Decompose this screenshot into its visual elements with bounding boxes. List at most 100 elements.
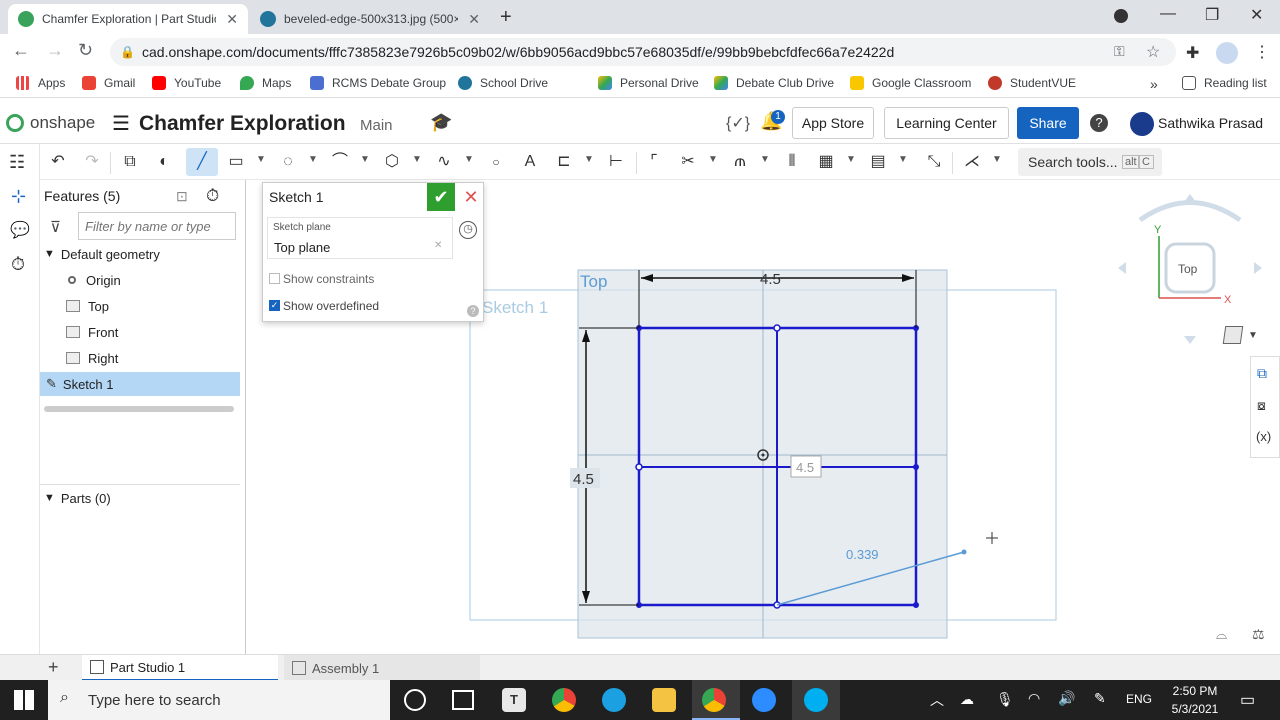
paste-icon[interactable]: ◐ [154, 152, 174, 172]
back-icon[interactable]: ← [12, 40, 30, 61]
history-stopwatch-icon[interactable]: ⏱ [11, 254, 25, 275]
feature-item-origin[interactable]: Origin [68, 268, 268, 292]
bookmark-maps[interactable]: Maps [240, 76, 291, 90]
view-cube-arrow-left[interactable] [1118, 262, 1126, 274]
dim-top-value[interactable]: 4.5 [760, 271, 781, 288]
transform-tool-icon[interactable]: ⤡ [924, 152, 944, 172]
copy-icon[interactable]: ⧉ [120, 152, 140, 172]
chevron-down-icon[interactable]: ▼ [846, 154, 856, 165]
chevron-down-icon[interactable]: ▼ [584, 154, 594, 165]
learning-center-button[interactable]: Learning Center [884, 107, 1009, 139]
chevron-down-icon[interactable]: ▼ [898, 154, 908, 165]
address-bar[interactable]: 🔒 cad.onshape.com/documents/fffc7385823e… [110, 38, 1176, 66]
minimize-icon[interactable]: — [1160, 5, 1176, 23]
windows-start-icon[interactable] [14, 690, 34, 710]
sketch-midpoint[interactable] [635, 463, 643, 471]
wifi-icon[interactable]: ◠ [1028, 690, 1040, 707]
bookmarks-overflow[interactable]: » [1150, 76, 1158, 92]
view-options-cube-icon[interactable] [1222, 326, 1244, 344]
constraint-tool-icon[interactable]: ⋌ [962, 152, 982, 172]
default-geometry-folder[interactable]: ▼ Default geometry [44, 242, 244, 266]
parts-folder[interactable]: ▼ Parts (0) [44, 486, 244, 510]
browser-tab[interactable]: beveled-edge-500x313.jpg (500×313) ✕ [250, 4, 490, 34]
filter-funnel-icon[interactable]: ⊽ [50, 218, 61, 236]
chevron-down-icon[interactable]: ▼ [44, 492, 55, 504]
volume-icon[interactable]: 🔊 [1058, 690, 1075, 707]
chevron-down-icon[interactable]: ▼ [256, 154, 266, 165]
configurations-icon[interactable]: ⧇ [1257, 397, 1266, 414]
comments-icon[interactable]: 💬 [10, 220, 30, 240]
measure-icon[interactable]: ⌓ [1216, 626, 1227, 643]
graduation-cap-icon[interactable]: 🎓 [430, 112, 452, 133]
feature-item-top[interactable]: Top [66, 294, 266, 318]
line-tool-icon[interactable]: ╱ [192, 152, 212, 172]
chevron-down-icon[interactable]: ▼ [464, 154, 474, 165]
sketch-vertex[interactable] [913, 602, 919, 608]
view-cube-arrow-down[interactable] [1184, 336, 1196, 344]
undo-icon[interactable]: ↶ [48, 152, 68, 172]
feature-list-icon[interactable]: ☷ [9, 152, 25, 173]
arc-tool-icon[interactable]: ⌒ [330, 152, 350, 172]
cortana-icon[interactable] [404, 689, 426, 711]
polygon-tool-icon[interactable]: ⬡ [382, 152, 402, 172]
chevron-down-icon[interactable]: ▼ [44, 248, 55, 260]
text-tool-icon[interactable]: A [520, 152, 540, 172]
bookmark-star-icon[interactable]: ☆ [1146, 42, 1160, 62]
rollback-bar[interactable] [44, 406, 234, 412]
bookmark-youtube[interactable]: YouTube [152, 76, 221, 90]
microphone-icon[interactable]: 🎙 [996, 691, 1014, 708]
mass-properties-icon[interactable]: ⚖ [1252, 626, 1265, 643]
circle-tool-icon[interactable]: ◌ [278, 152, 298, 172]
view-cube-arrow-right[interactable] [1254, 262, 1262, 274]
clock-date[interactable]: 5/3/2021 [1166, 702, 1224, 716]
bookmark-debate-drive[interactable]: Debate Club Drive [714, 76, 834, 90]
user-name[interactable]: Sathwika Prasad [1158, 115, 1263, 131]
help-icon[interactable]: ? [467, 305, 479, 317]
help-icon[interactable]: ? [1090, 114, 1108, 132]
dimension-tool-icon[interactable]: ⊢ [606, 152, 626, 172]
bookmark-classroom[interactable]: Google Classroom [850, 76, 971, 90]
bookmark-personal-drive[interactable]: Personal Drive [598, 76, 699, 90]
chevron-down-icon[interactable]: ▼ [992, 154, 1002, 165]
sketch-vertex[interactable] [913, 464, 919, 470]
tab-part-studio[interactable]: Part Studio 1 [82, 655, 278, 681]
sketch-plane-field[interactable]: Sketch plane Top plane ✕ [267, 217, 453, 259]
variables-panel-icon[interactable]: (x) [1256, 429, 1271, 444]
document-title[interactable]: Chamfer Exploration [139, 112, 346, 136]
user-avatar-icon[interactable] [1130, 112, 1154, 136]
task-view-icon[interactable] [452, 690, 474, 710]
edge-icon[interactable] [602, 688, 626, 712]
close-tab-icon[interactable]: ✕ [226, 11, 238, 28]
bookmark-school-drive[interactable]: School Drive [458, 76, 548, 90]
confirm-check-icon[interactable]: ✔ [427, 183, 455, 211]
redo-icon[interactable]: ↷ [82, 152, 102, 172]
point-tool-icon[interactable]: ○ [486, 152, 506, 172]
appearance-icon[interactable]: ⧉ [1257, 365, 1267, 382]
pattern-tool-icon[interactable]: ▦ [816, 152, 836, 172]
taskbar-search-box[interactable]: ⌕ Type here to search [48, 680, 390, 720]
new-folder-icon[interactable]: ⊡ [176, 188, 188, 205]
cloud-icon[interactable]: ☁ [960, 691, 974, 708]
chevron-down-icon[interactable]: ▼ [708, 154, 718, 165]
skype-icon[interactable] [804, 688, 828, 712]
share-button[interactable]: Share [1017, 107, 1079, 139]
dxf-import-icon[interactable]: ▤ [868, 152, 888, 172]
notifications-icon[interactable]: ▭ [1240, 690, 1255, 710]
add-tab-button[interactable]: + [48, 657, 59, 678]
close-window-icon[interactable]: ✕ [1250, 5, 1263, 25]
onshape-logo-icon[interactable] [6, 114, 24, 132]
search-tools-box[interactable]: Search tools... alt C [1018, 148, 1162, 176]
show-overdefined-checkbox[interactable]: ✓ [269, 300, 280, 311]
insert-icon[interactable]: ⊹ [11, 186, 26, 207]
bookmark-studentvue[interactable]: StudentVUE [988, 76, 1076, 90]
profile-dropdown-icon[interactable] [1114, 9, 1128, 23]
construction-tool-icon[interactable]: ⊏ [554, 152, 574, 172]
view-cube-rotate-arc[interactable] [1138, 200, 1242, 223]
chrome-icon[interactable] [552, 688, 576, 712]
clear-selection-icon[interactable]: ✕ [434, 240, 442, 251]
chevron-down-icon[interactable]: ▼ [308, 154, 318, 165]
cancel-x-icon[interactable]: ✕ [459, 185, 483, 209]
chevron-down-icon[interactable]: ▼ [412, 154, 422, 165]
trim-tool-icon[interactable]: ✂ [678, 152, 698, 172]
language-indicator[interactable]: ENG [1126, 692, 1152, 706]
